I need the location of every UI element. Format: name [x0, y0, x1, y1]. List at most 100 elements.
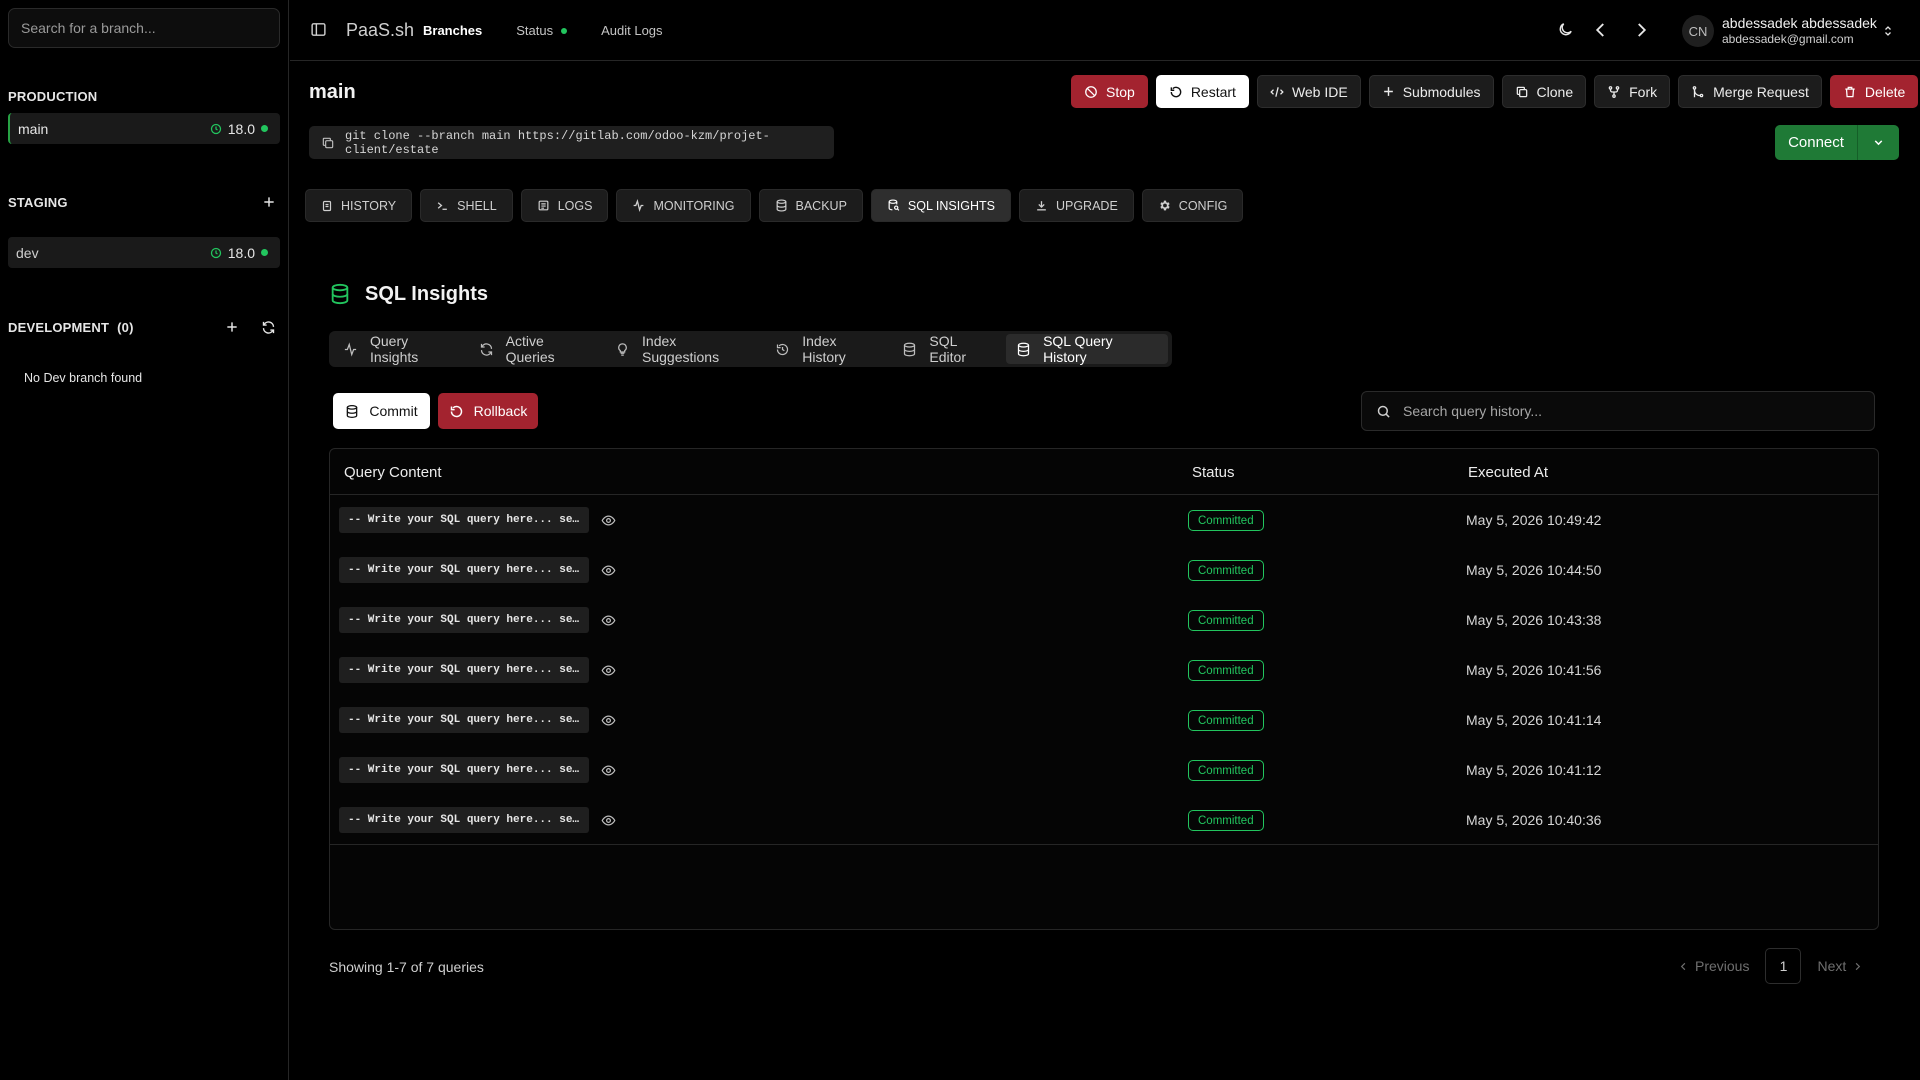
- search-icon: [1376, 404, 1391, 419]
- merge-request-button[interactable]: Merge Request: [1678, 75, 1822, 108]
- subtab-index-suggestions[interactable]: Index Suggestions: [605, 333, 765, 365]
- executed-at: May 5, 2026 10:44:50: [1466, 562, 1602, 578]
- restart-button[interactable]: Restart: [1155, 75, 1249, 108]
- tab-upgrade-label: UPGRADE: [1055, 198, 1118, 213]
- restart-label: Restart: [1190, 83, 1236, 100]
- tab-sql-insights[interactable]: SQL INSIGHTS: [870, 189, 1011, 222]
- database-icon: [1016, 342, 1031, 357]
- rollback-button[interactable]: Rollback: [438, 393, 538, 429]
- fork-button[interactable]: Fork: [1594, 75, 1671, 108]
- previous-page-button[interactable]: Previous: [1672, 958, 1755, 974]
- table-row: -- Write your SQL query here... se… Commi…: [330, 495, 1878, 545]
- table-header: Query Content Status Executed At: [330, 449, 1878, 495]
- branch-version: 18.0: [227, 120, 255, 137]
- development-section-header: DEVELOPMENT (0): [8, 316, 280, 338]
- commit-button[interactable]: Commit: [333, 393, 430, 429]
- add-staging-icon[interactable]: [262, 195, 276, 209]
- tab-shell[interactable]: SHELL: [420, 189, 513, 222]
- subtab-query-insights-label: Query Insights: [370, 333, 419, 365]
- subtab-index-history[interactable]: Index History: [765, 333, 892, 365]
- chevron-left-icon: [1678, 961, 1689, 972]
- database-icon: [329, 282, 351, 306]
- nav-status[interactable]: Status: [516, 23, 568, 38]
- logs-icon: [537, 199, 550, 212]
- query-history-search[interactable]: [1361, 391, 1875, 431]
- user-info[interactable]: abdessadek abdessadek abdessadek@gmail.c…: [1722, 15, 1877, 47]
- branch-version: 18.0: [227, 244, 255, 261]
- fork-label: Fork: [1629, 83, 1658, 100]
- clone-button[interactable]: Clone: [1501, 75, 1587, 108]
- topbar: PaaS.sh Branches Status Audit Logs: [290, 0, 1920, 61]
- database-icon: [345, 404, 359, 419]
- refresh-icon[interactable]: [261, 320, 276, 335]
- subtab-query-insights[interactable]: Query Insights: [333, 333, 469, 365]
- subtab-sql-query-history[interactable]: SQL Query History: [1006, 333, 1169, 365]
- tab-upgrade[interactable]: UPGRADE: [1018, 189, 1134, 222]
- tab-monitoring[interactable]: MONITORING: [616, 189, 751, 222]
- eye-icon[interactable]: [601, 563, 616, 578]
- tab-config[interactable]: CONFIG: [1141, 189, 1244, 222]
- avatar[interactable]: CN: [1682, 15, 1714, 47]
- eye-icon[interactable]: [601, 663, 616, 678]
- eye-icon[interactable]: [601, 763, 616, 778]
- chevron-down-icon: [1872, 136, 1885, 149]
- chevron-right-icon: [1852, 961, 1863, 972]
- submodules-button[interactable]: Submodules: [1368, 75, 1494, 108]
- query-history-search-input[interactable]: [1403, 403, 1843, 419]
- user-email: abdessadek@gmail.com: [1722, 32, 1854, 46]
- query-content: -- Write your SQL query here... se…: [339, 607, 589, 633]
- sql-sub-tabs: Query Insights Active Queries Index Sugg…: [329, 331, 1172, 367]
- tab-backup[interactable]: BACKUP: [758, 189, 863, 222]
- status-dot: [261, 249, 268, 256]
- branch-search-input[interactable]: [8, 8, 280, 48]
- branch-item-main[interactable]: main 18.0: [8, 113, 280, 144]
- nav-audit-logs[interactable]: Audit Logs: [601, 23, 662, 38]
- rotate-ccw-icon: [1169, 85, 1183, 99]
- eye-icon[interactable]: [601, 713, 616, 728]
- top-navigation: Branches Status Audit Logs: [423, 23, 697, 38]
- stop-button[interactable]: Stop: [1071, 75, 1148, 108]
- gear-icon: [1158, 199, 1171, 212]
- query-content: -- Write your SQL query here... se…: [339, 557, 589, 583]
- results-count: Showing 1-7 of 7 queries: [329, 959, 484, 975]
- nav-branches[interactable]: Branches: [423, 23, 482, 38]
- web-ide-button[interactable]: Web IDE: [1256, 75, 1361, 108]
- staging-title: STAGING: [8, 194, 68, 210]
- status-indicator-dot: [561, 27, 568, 34]
- nav-status-label: Status: [516, 23, 554, 38]
- eye-icon[interactable]: [601, 613, 616, 628]
- database-icon: [902, 342, 917, 357]
- add-development-icon[interactable]: [225, 320, 239, 334]
- copy-icon[interactable]: [321, 136, 335, 150]
- subtab-sql-editor[interactable]: SQL Editor: [892, 333, 1006, 365]
- moon-icon[interactable]: [1557, 21, 1574, 38]
- page-number-button[interactable]: 1: [1765, 948, 1802, 984]
- tab-history[interactable]: HISTORY: [305, 189, 413, 222]
- brand-name: PaaS.sh: [346, 20, 415, 40]
- query-history-table: Query Content Status Executed At -- Writ…: [329, 448, 1879, 930]
- branch-tabs: HISTORY SHELL LOGS MONITORING BACKUP SQL…: [305, 189, 1244, 222]
- table-row: -- Write your SQL query here... se… Commi…: [330, 545, 1878, 595]
- branch-item-dev[interactable]: dev 18.0: [8, 237, 280, 268]
- staging-section-header: STAGING: [8, 191, 280, 213]
- subtab-sql-query-history-label: SQL Query History: [1043, 333, 1113, 365]
- table-row: -- Write your SQL query here... se… Commi…: [330, 695, 1878, 745]
- eye-icon[interactable]: [601, 513, 616, 528]
- next-page-button[interactable]: Next: [1811, 958, 1869, 974]
- subtab-active-queries[interactable]: Active Queries: [469, 333, 605, 365]
- connect-button[interactable]: Connect: [1775, 125, 1857, 160]
- back-chevron-icon[interactable]: [1592, 20, 1610, 40]
- tab-logs[interactable]: LOGS: [520, 189, 609, 222]
- branch-name: dev: [16, 244, 39, 261]
- commit-label: Commit: [369, 403, 418, 419]
- forward-chevron-icon[interactable]: [1632, 20, 1650, 40]
- copy-icon: [1515, 85, 1529, 99]
- sidebar-toggle-icon[interactable]: [310, 21, 327, 38]
- delete-button[interactable]: Delete: [1829, 75, 1919, 108]
- eye-icon[interactable]: [601, 813, 616, 828]
- connect-dropdown-button[interactable]: [1857, 125, 1899, 160]
- chevrons-up-down-icon[interactable]: [1882, 23, 1894, 39]
- executed-at: May 5, 2026 10:49:42: [1466, 512, 1602, 528]
- git-clone-command[interactable]: git clone --branch main https://gitlab.c…: [309, 126, 834, 159]
- query-content: -- Write your SQL query here... se…: [339, 757, 589, 783]
